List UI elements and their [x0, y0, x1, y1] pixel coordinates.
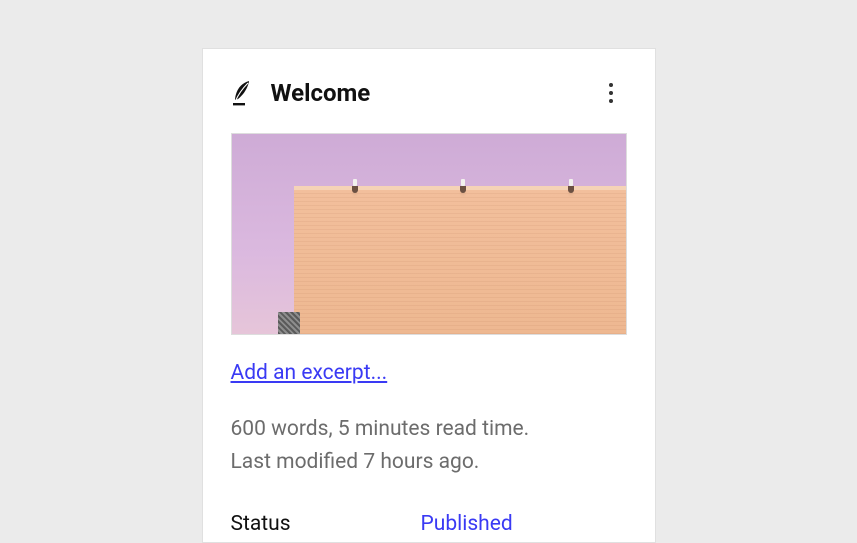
- cover-image[interactable]: [231, 133, 627, 335]
- meta-last-modified: Last modified 7 hours ago.: [231, 446, 627, 479]
- status-value[interactable]: Published: [421, 512, 513, 536]
- title-group: Welcome: [231, 79, 371, 107]
- post-card: Welcome Add an excerpt... 600 words, 5 m…: [202, 48, 656, 543]
- status-label: Status: [231, 512, 421, 536]
- quill-icon: [231, 79, 253, 107]
- status-row: Status Published: [231, 512, 627, 536]
- vertical-dots-icon: [609, 83, 613, 103]
- card-title: Welcome: [271, 79, 371, 107]
- add-excerpt-link[interactable]: Add an excerpt...: [231, 361, 388, 385]
- more-options-button[interactable]: [595, 77, 627, 109]
- card-header: Welcome: [231, 77, 627, 109]
- meta-words-readtime: 600 words, 5 minutes read time.: [231, 413, 627, 446]
